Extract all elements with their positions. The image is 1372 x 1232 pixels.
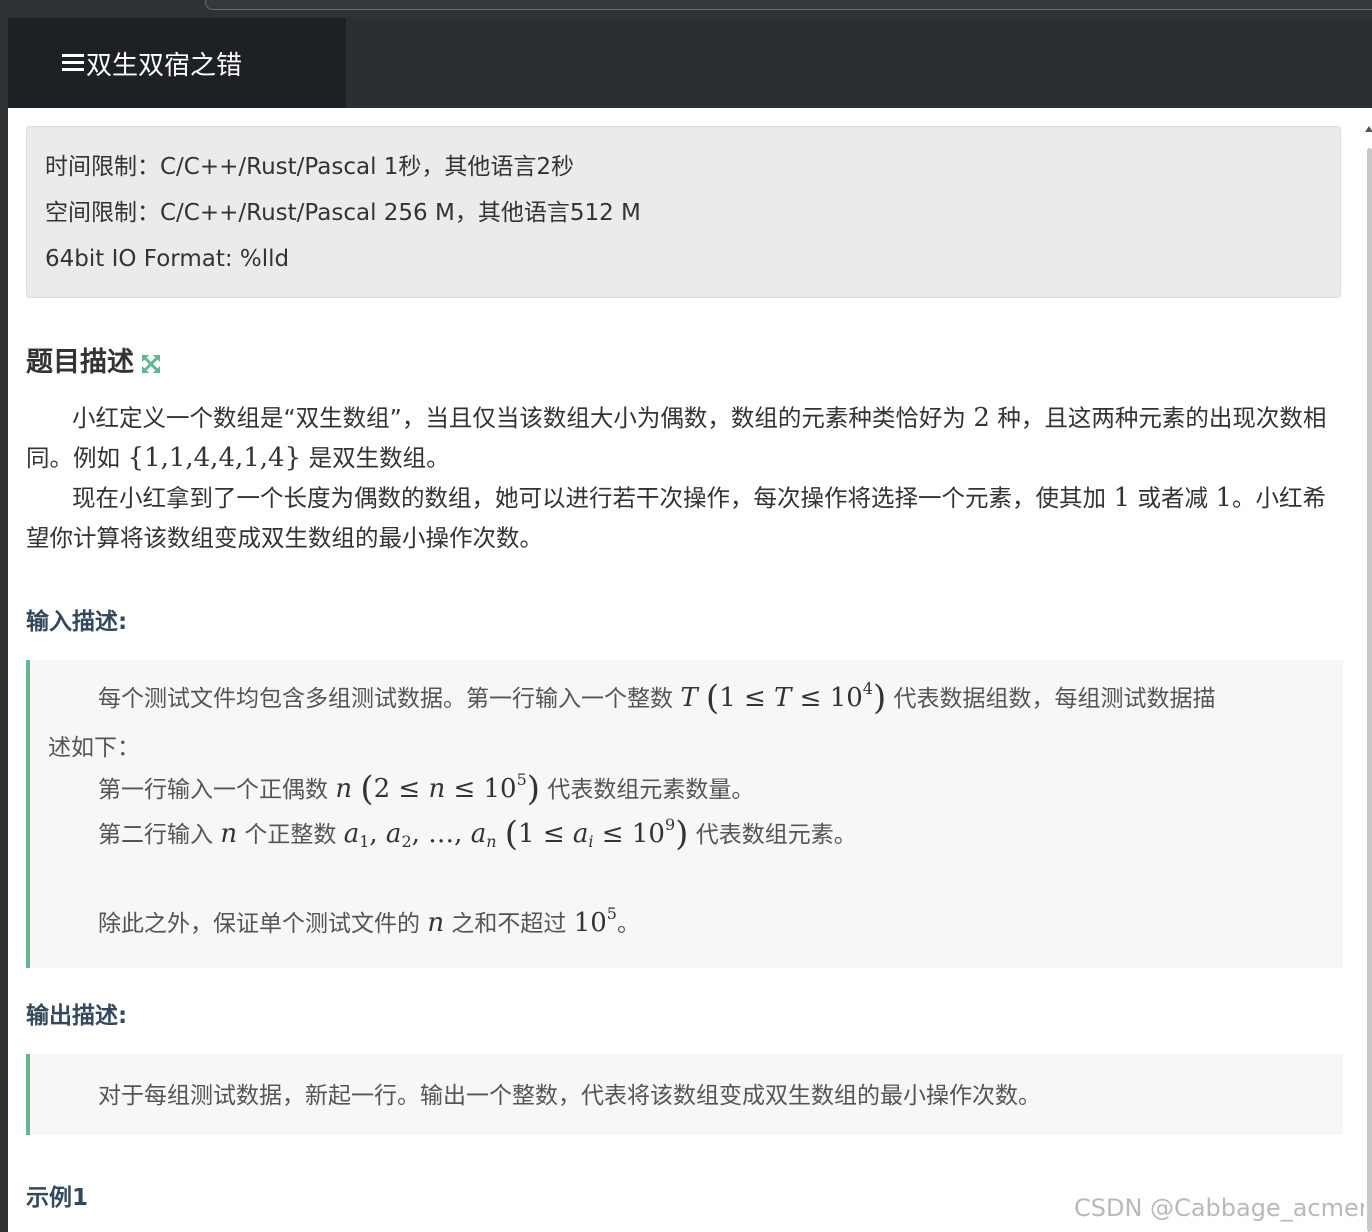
input-text: 第二行输入 (98, 822, 221, 848)
desc-text: 小红定义一个数组是“双生数组”，当且仅当该数组大小为偶数，数组的元素种类恰好为 (72, 404, 974, 432)
problem-header-bar: 双生双宿之错 (8, 18, 1372, 108)
input-text: 代表数组元素。 (688, 822, 857, 848)
scroll-up-arrow-icon[interactable] (1365, 126, 1372, 132)
example-1-title: 示例1 (26, 1185, 89, 1211)
description-paragraph-1: 小红定义一个数组是“双生数组”，当且仅当该数组大小为偶数，数组的元素种类恰好为 … (26, 398, 1344, 478)
input-line-3: 第一行输入一个正偶数 n (2 ≤ n ≤ 105) 代表数组元素数量。 (98, 769, 754, 809)
input-text: 之和不超过 (444, 911, 574, 937)
input-text: 第一行输入一个正偶数 (98, 777, 336, 803)
description-body: 小红定义一个数组是“双生数组”，当且仅当该数组大小为偶数，数组的元素种类恰好为 … (26, 398, 1344, 558)
vertical-scrollbar[interactable] (1364, 108, 1372, 1232)
browser-tab-edge (205, 0, 1372, 10)
math-limit: 105 (573, 904, 617, 938)
list-icon (62, 53, 84, 73)
output-text: 对于每组测试数据，新起一行。输出一个整数，代表将该数组变成双生数组的最小操作次数… (98, 1083, 1041, 1109)
description-title: 题目描述 (26, 340, 162, 379)
output-description-block: 对于每组测试数据，新起一行。输出一个整数，代表将该数组变成双生数组的最小操作次数… (26, 1054, 1343, 1135)
left-frame (0, 18, 8, 1232)
input-text: 。 (616, 911, 640, 937)
math-a-range: a1, a2, …, an (1 ≤ ai ≤ 109) (343, 814, 689, 854)
math-n: n (427, 908, 445, 938)
problem-title-tab[interactable]: 双生双宿之错 (8, 18, 346, 108)
input-description-title: 输入描述: (26, 609, 128, 635)
math-n: n (220, 819, 238, 849)
space-limit: 空间限制：C/C++/Rust/Pascal 256 M，其他语言512 M (45, 200, 641, 226)
browser-top-strip (0, 0, 1372, 18)
math-two: 2 (973, 403, 990, 433)
description-title-text: 题目描述 (26, 347, 134, 378)
limits-panel: 时间限制：C/C++/Rust/Pascal 1秒，其他语言2秒 空间限制：C/… (26, 126, 1341, 298)
input-line-1: 每个测试文件均包含多组测试数据。第一行输入一个整数 T (1 ≤ T ≤ 104… (98, 678, 1216, 718)
input-line-5: 除此之外，保证单个测试文件的 n 之和不超过 105。 (98, 904, 640, 938)
input-text: 除此之外，保证单个测试文件的 (98, 911, 428, 937)
input-text: 代表数组元素数量。 (540, 777, 755, 803)
math-n-range: n (2 ≤ n ≤ 105) (335, 769, 541, 809)
description-paragraph-2: 现在小红拿到了一个长度为偶数的数组，她可以进行若干次操作，每次操作将选择一个元素… (26, 478, 1344, 558)
math-one: 1 (1215, 483, 1233, 513)
csdn-watermark: CSDN @Cabbage_acmer (1074, 1194, 1369, 1222)
scrollbar-thumb[interactable] (1367, 148, 1372, 1232)
input-line-4: 第二行输入 n 个正整数 a1, a2, …, an (1 ≤ ai ≤ 109… (98, 814, 857, 854)
output-description-title: 输出描述: (26, 1003, 128, 1029)
io-format: 64bit IO Format: %lld (45, 246, 290, 272)
math-one: 1 (1113, 483, 1131, 513)
input-text: 每个测试文件均包含多组测试数据。第一行输入一个整数 (98, 686, 681, 712)
problem-title: 双生双宿之错 (86, 50, 243, 81)
desc-text: 现在小红拿到了一个长度为偶数的数组，她可以进行若干次操作，每次操作将选择一个元素… (72, 484, 1114, 512)
problem-content: 时间限制：C/C++/Rust/Pascal 1秒，其他语言2秒 空间限制：C/… (8, 108, 1369, 1232)
math-example-array: {1,1,4,4,1,4} (127, 443, 302, 473)
time-limit: 时间限制：C/C++/Rust/Pascal 1秒，其他语言2秒 (45, 154, 575, 180)
input-description-block: 每个测试文件均包含多组测试数据。第一行输入一个整数 T (1 ≤ T ≤ 104… (26, 660, 1343, 968)
desc-text: 是双生数组。 (301, 444, 450, 472)
expand-icon[interactable] (140, 353, 162, 375)
math-T-range: T (1 ≤ T ≤ 104) (680, 678, 887, 718)
input-text: 代表数据组数，每组测试数据描 (886, 686, 1216, 712)
input-text: 个正整数 (237, 822, 344, 848)
input-line-2: 述如下： (48, 735, 140, 761)
desc-text: 或者减 (1130, 484, 1216, 512)
